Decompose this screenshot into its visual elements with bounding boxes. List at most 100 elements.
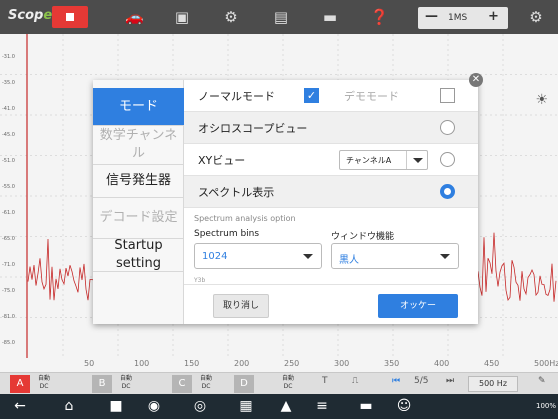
- channel-d-button[interactable]: D: [234, 375, 254, 393]
- camera-icon[interactable]: ◎: [190, 398, 210, 415]
- channel-b-setting[interactable]: 自動 DC: [114, 375, 138, 391]
- timebase-minus-button[interactable]: —: [425, 9, 438, 24]
- dialog-sidebar: モード 数学チャンネル 信号発生器 デコード設定 Startup setting: [93, 80, 184, 324]
- x-tick-label: 100: [134, 359, 150, 368]
- window-function-label: ウィンドウ機能: [331, 232, 395, 242]
- timebase-control[interactable]: — 1MS +: [418, 7, 508, 29]
- spectrum-options-title: Spectrum analysis option: [194, 214, 296, 223]
- xy-view-row[interactable]: XYビュー チャンネルA: [184, 144, 478, 176]
- channel-b-button[interactable]: B: [92, 375, 112, 393]
- system-nav-bar: ← ⌂ ■ ◉ ◎ ▦ ▲ ≡ ▬ ☺ 100%: [0, 394, 558, 419]
- sidebar-item-mode[interactable]: モード: [93, 88, 184, 125]
- y-tick-label: -75.0: [2, 288, 15, 294]
- shield-icon[interactable]: ◉: [144, 398, 164, 415]
- xy-view-label: XYビュー: [198, 154, 246, 167]
- window-function-select[interactable]: 黒人: [331, 243, 459, 269]
- help-icon[interactable]: ❓: [370, 8, 389, 26]
- channel-a-setting[interactable]: 自動 DC: [32, 375, 56, 391]
- y-tick-label: -61.0: [2, 210, 15, 216]
- trigger-button[interactable]: T: [322, 376, 328, 386]
- last-page-icon[interactable]: ⏭: [446, 376, 454, 386]
- chevron-down-icon: [440, 254, 450, 259]
- normal-mode-label: ノーマルモード: [198, 90, 275, 103]
- stop-icon: [66, 13, 74, 21]
- xy-channel-select[interactable]: チャンネルA: [339, 150, 428, 170]
- oscilloscope-view-label: オシロスコープビュー: [198, 122, 308, 135]
- y-tick-label: -65.0: [2, 236, 15, 242]
- demo-mode-checkbox[interactable]: [440, 88, 455, 103]
- lamp-icon[interactable]: ☀: [535, 92, 548, 108]
- screenshot-icon[interactable]: ▦: [236, 398, 256, 415]
- x-tick-label: 250: [284, 359, 300, 368]
- oscilloscope-view-radio[interactable]: [440, 120, 455, 135]
- spectrum-view-label: スペクトル表示: [198, 186, 275, 199]
- y-tick-label: -35.0: [2, 80, 15, 86]
- sidebar-item-math-channel[interactable]: 数学チャンネル: [93, 126, 184, 164]
- first-page-icon[interactable]: ⏮: [392, 376, 400, 386]
- timebase-value: 1MS: [448, 13, 468, 23]
- y-tick-label: -31.0: [2, 54, 15, 60]
- sidebar-item-startup-setting[interactable]: Startup setting: [93, 238, 184, 271]
- settings-icon[interactable]: ⚙: [527, 8, 545, 26]
- oscilloscope-view-row[interactable]: オシロスコープビュー: [184, 112, 478, 144]
- spectrum-options: Spectrum analysis option Spectrum bins 1…: [184, 208, 478, 284]
- spectrum-bins-select[interactable]: 1024: [194, 243, 322, 269]
- chevron-down-icon: [303, 254, 313, 259]
- x-tick-label: 450: [484, 359, 500, 368]
- folder-icon[interactable]: ▬: [321, 8, 339, 26]
- stop-button[interactable]: [52, 6, 88, 28]
- home-icon[interactable]: ⌂: [59, 398, 79, 415]
- trigger-edge-icon[interactable]: ⎍: [352, 376, 358, 386]
- y-tick-label: -41.0: [2, 106, 15, 112]
- channel-a-button[interactable]: A: [10, 375, 30, 393]
- measure-icon[interactable]: ▣: [173, 8, 191, 26]
- spectrum-view-row[interactable]: スペクトル表示: [184, 176, 478, 208]
- y-tick-label: -45.0: [2, 132, 15, 138]
- x-tick-label: 50: [84, 359, 95, 368]
- y-tick-label: -55.0: [2, 184, 15, 190]
- ok-button[interactable]: オッケー: [378, 294, 458, 318]
- top-toolbar: Scope 🚗 ▣ ⚙ ▤ ▬ ❓ — 1MS + ⚙: [0, 0, 558, 34]
- x-tick-label: 200: [234, 359, 250, 368]
- demo-mode-label: デモモード: [344, 90, 399, 103]
- y-tick-label: -51.0: [2, 158, 15, 164]
- x-tick-label: 350: [384, 359, 400, 368]
- y-tick-label: -81.0: [2, 314, 15, 320]
- cancel-button[interactable]: 取り消し: [213, 294, 269, 318]
- normal-mode-checkbox[interactable]: ✓: [304, 88, 319, 103]
- screen-icon[interactable]: ▤: [272, 8, 290, 26]
- user-icon[interactable]: ☺: [394, 398, 414, 415]
- channel-d-setting[interactable]: 自動 DC: [276, 375, 300, 391]
- recents-icon[interactable]: ■: [106, 398, 126, 415]
- channel-bar: A 自動 DC B 自動 DC C 自動 DC D 自動 DC T ⎍ ⏮ 5/5 ⏭ …: [0, 372, 558, 394]
- frequency-selector[interactable]: 500 Hz: [468, 376, 518, 392]
- pen-icon[interactable]: ✎: [538, 376, 546, 386]
- x-tick-label: 500Hz: [534, 359, 558, 368]
- page-indicator: 5/5: [414, 376, 429, 386]
- x-tick-label: 150: [184, 359, 200, 368]
- status-battery: 100%: [535, 402, 556, 410]
- channel-c-button[interactable]: C: [172, 375, 192, 393]
- chevron-down-icon: [406, 151, 427, 169]
- car-icon[interactable]: 🚗: [125, 8, 144, 26]
- app-icon[interactable]: ▲: [276, 398, 296, 415]
- gear-icon[interactable]: ⚙: [222, 8, 240, 26]
- car-diagnostic-icon[interactable]: ▬: [356, 398, 376, 415]
- vcm-icon[interactable]: ≡: [312, 398, 332, 415]
- channel-c-setting[interactable]: 自動 DC: [194, 375, 218, 391]
- x-tick-label: 400: [434, 359, 450, 368]
- y-tick-label: -71.0: [2, 262, 15, 268]
- xy-view-radio[interactable]: [440, 152, 455, 167]
- normal-mode-row: ノーマルモード ✓ デモモード: [184, 80, 478, 112]
- partial-label: Y3b: [194, 277, 206, 284]
- timebase-plus-button[interactable]: +: [488, 9, 499, 24]
- sidebar-item-signal-generator[interactable]: 信号発生器: [93, 165, 184, 197]
- back-icon[interactable]: ←: [10, 398, 30, 415]
- spectrum-view-radio[interactable]: [440, 184, 455, 199]
- dialog-footer: 取り消し オッケー: [184, 284, 478, 324]
- sidebar-item-decode-settings[interactable]: デコード設定: [93, 198, 184, 238]
- spectrum-bins-label: Spectrum bins: [194, 229, 260, 239]
- x-tick-label: 300: [334, 359, 350, 368]
- y-tick-label: -85.0: [2, 340, 15, 346]
- close-icon[interactable]: ✕: [469, 73, 483, 87]
